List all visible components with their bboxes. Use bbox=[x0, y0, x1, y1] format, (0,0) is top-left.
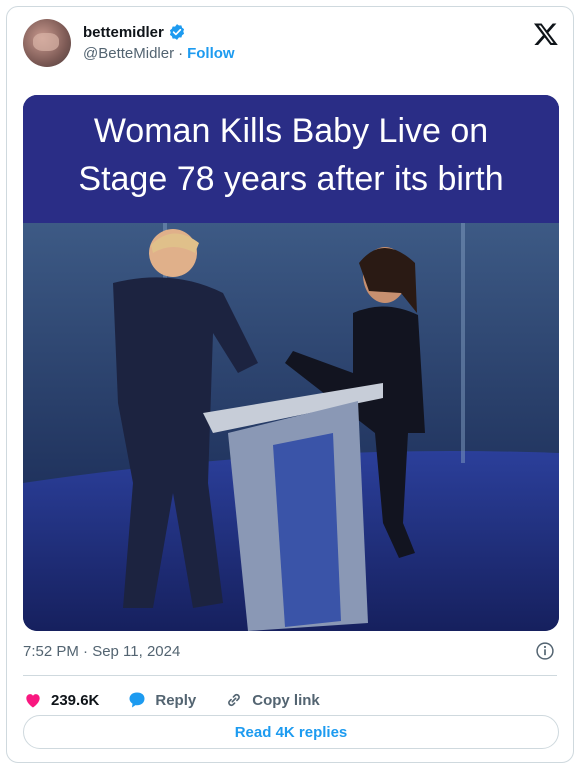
reply-bubble-icon bbox=[129, 692, 145, 708]
separator-dot: · bbox=[178, 45, 184, 62]
action-bar: 239.6K Reply Copy link bbox=[23, 683, 320, 717]
copy-link-label: Copy link bbox=[252, 691, 320, 709]
reply-button[interactable]: Reply bbox=[127, 690, 196, 710]
like-button[interactable]: 239.6K bbox=[23, 690, 99, 710]
heart-icon bbox=[26, 694, 40, 708]
follow-button[interactable]: Follow bbox=[187, 45, 235, 62]
x-logo-icon[interactable] bbox=[533, 21, 559, 47]
copy-link-button[interactable]: Copy link bbox=[224, 690, 320, 710]
author-display-name[interactable]: bettemidler bbox=[83, 24, 164, 41]
divider bbox=[23, 675, 557, 676]
tweet-card: bettemidler @BetteMidler · Follow Woman … bbox=[6, 6, 574, 763]
verified-badge-icon bbox=[169, 24, 184, 40]
link-icon bbox=[228, 693, 241, 707]
like-count: 239.6K bbox=[51, 691, 100, 709]
reply-label: Reply bbox=[155, 691, 197, 709]
avatar[interactable] bbox=[23, 19, 71, 67]
read-replies-button[interactable]: Read 4K replies bbox=[23, 715, 559, 749]
tweet-image[interactable]: Woman Kills Baby Live on Stage 78 years … bbox=[23, 95, 559, 631]
debate-stage-illustration bbox=[23, 223, 559, 631]
banner-line-1: Woman Kills Baby Live on bbox=[93, 112, 489, 150]
image-banner: Woman Kills Baby Live on Stage 78 years … bbox=[23, 95, 559, 223]
info-icon[interactable] bbox=[535, 641, 555, 661]
author-handle-row: @BetteMidler · Follow bbox=[83, 45, 235, 62]
tweet-timestamp[interactable]: 7:52 PM · Sep 11, 2024 bbox=[23, 643, 180, 660]
author-handle[interactable]: @BetteMidler bbox=[83, 45, 174, 62]
author-name-row: bettemidler bbox=[83, 23, 186, 41]
banner-line-2: Stage 78 years after its birth bbox=[78, 160, 504, 198]
